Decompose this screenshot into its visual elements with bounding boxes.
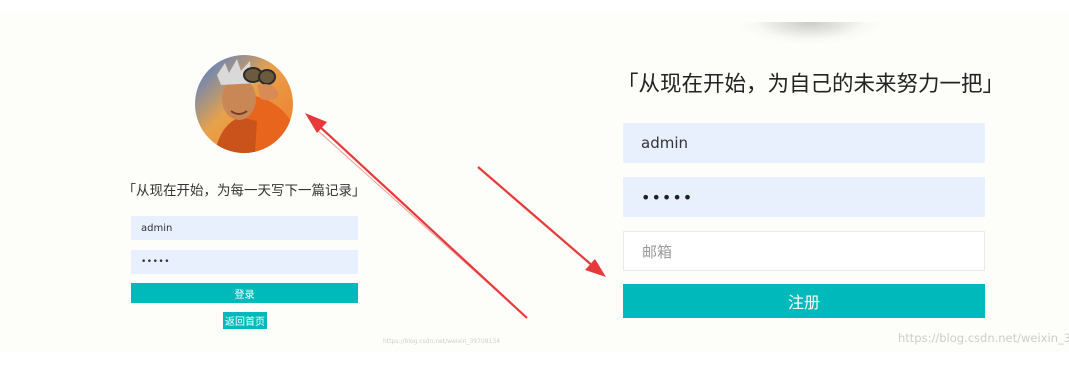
register-password-field[interactable]: ••••• bbox=[623, 177, 985, 217]
watermark-left: https://blog.csdn.net/weixin_39709134 bbox=[383, 338, 501, 345]
register-email-field[interactable]: 邮箱 bbox=[623, 231, 985, 271]
back-home-link[interactable]: 返回首页 bbox=[223, 312, 267, 329]
register-button[interactable]: 注册 bbox=[623, 284, 985, 318]
login-button[interactable]: 登录 bbox=[131, 283, 358, 303]
register-slogan: 「从现在开始，为自己的未来努力一把」 bbox=[617, 72, 1005, 97]
avatar bbox=[195, 55, 293, 153]
register-username-field[interactable]: admin bbox=[623, 123, 985, 163]
top-shadow bbox=[740, 22, 880, 44]
login-password-field[interactable]: ••••• bbox=[131, 250, 358, 274]
watermark-right: https://blog.csdn.net/weixin_39709 bbox=[898, 331, 1069, 345]
password-dots: ••••• bbox=[641, 187, 694, 207]
login-username-field[interactable]: admin bbox=[131, 216, 358, 240]
login-slogan: 「从现在开始，为每一天写下一篇记录」 bbox=[122, 183, 366, 199]
